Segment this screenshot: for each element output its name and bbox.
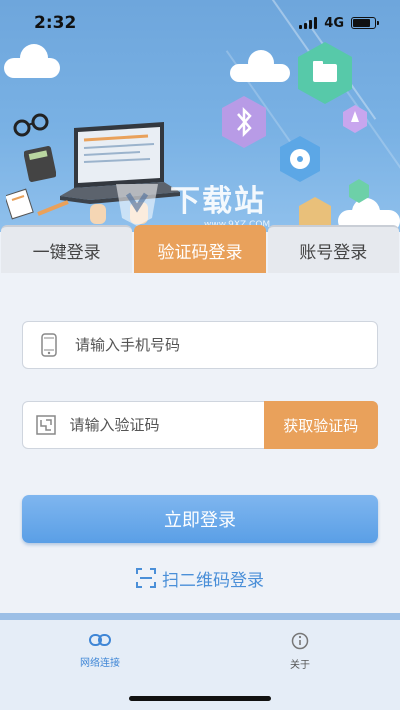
bluetooth-hexagon-icon [222, 96, 266, 148]
verification-code-field: 获取验证码 [22, 401, 378, 449]
scan-icon [136, 568, 156, 588]
qr-login-label: 扫二维码登录 [162, 570, 264, 591]
folder-hexagon-icon [298, 42, 352, 104]
watermark-logo: 下载站 www.9XZ.COM [110, 176, 270, 230]
signal-icon [299, 17, 318, 29]
login-method-tabs: 一键登录 验证码登录 账号登录 [0, 225, 400, 273]
link-icon [89, 634, 111, 646]
glasses-illustration [13, 113, 49, 137]
code-icon [23, 402, 70, 448]
tab-label: 账号登录 [299, 242, 368, 263]
network-type: 4G [324, 15, 344, 31]
hero-banner: 下载站 www.9XZ.COM 2:32 4G [0, 0, 400, 232]
calculator-illustration [24, 146, 56, 182]
nav-label: 关于 [290, 660, 310, 671]
nav-divider [0, 613, 400, 620]
cloud-illustration [20, 44, 48, 72]
verification-code-input[interactable] [69, 402, 264, 448]
tab-label: 验证码登录 [157, 242, 243, 263]
rocket-hexagon-icon [343, 105, 367, 133]
info-icon [291, 632, 309, 650]
cloud-illustration [248, 50, 274, 76]
battery-icon [351, 17, 379, 29]
nav-label: 网络连接 [80, 658, 120, 669]
phone-field [22, 321, 378, 369]
qr-login-link[interactable]: 扫二维码登录 [0, 563, 400, 593]
disc-hexagon-icon [280, 136, 320, 182]
status-bar: 2:32 4G [0, 0, 400, 46]
notepad-illustration [6, 188, 69, 220]
get-code-button[interactable]: 获取验证码 [263, 401, 378, 449]
phone-icon [23, 322, 75, 368]
get-code-label: 获取验证码 [283, 416, 359, 435]
phone-input[interactable] [75, 322, 377, 368]
home-indicator [129, 696, 271, 701]
login-label: 立即登录 [164, 510, 236, 531]
app-hexagon-icon [349, 179, 369, 203]
status-time: 2:32 [34, 13, 77, 33]
watermark-shield-icon [116, 184, 158, 226]
login-form: 获取验证码 立即登录 扫二维码登录 [0, 273, 400, 618]
tab-verification-code-login[interactable]: 验证码登录 [134, 225, 266, 273]
tab-one-click-login[interactable]: 一键登录 [1, 225, 133, 273]
login-button[interactable]: 立即登录 [22, 495, 378, 543]
watermark-text: 下载站 [170, 184, 266, 219]
tab-account-login[interactable]: 账号登录 [267, 225, 399, 273]
tab-label: 一键登录 [32, 242, 101, 263]
